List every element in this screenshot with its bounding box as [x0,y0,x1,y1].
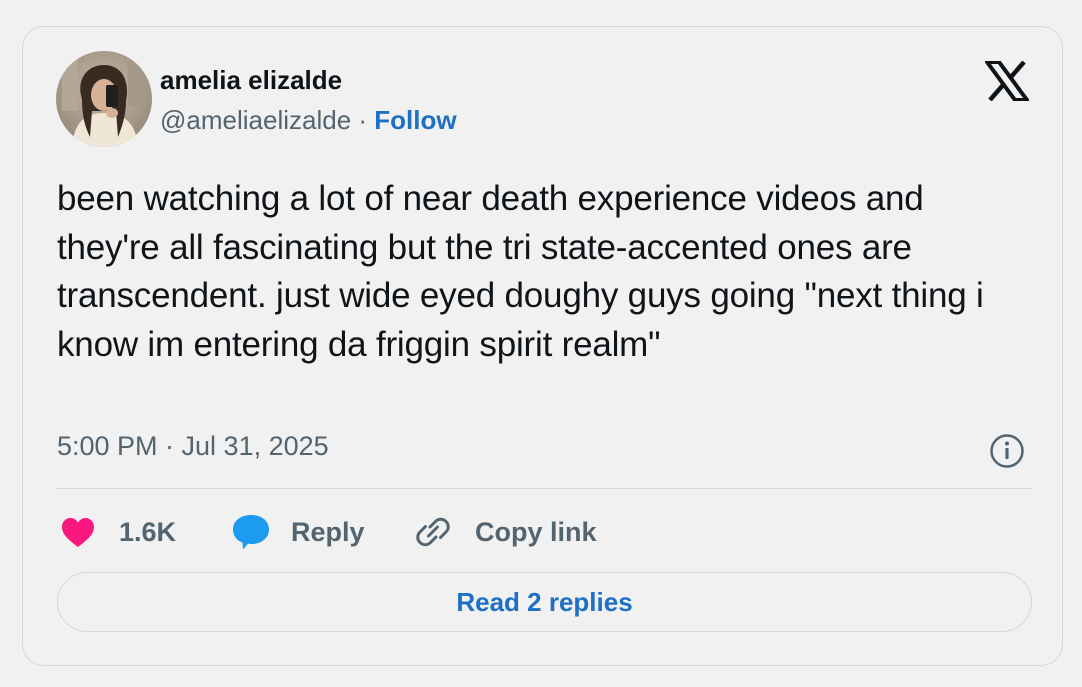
copy-link-label: Copy link [475,516,597,547]
link-icon [413,513,453,551]
info-icon[interactable] [989,433,1025,469]
tweet-card: amelia elizalde @ameliaelizalde · Follow… [22,26,1063,666]
avatar[interactable] [56,51,152,147]
read-replies-button[interactable]: Read 2 replies [57,572,1032,632]
like-count: 1.6K [119,516,177,547]
author-meta: @ameliaelizalde · Follow [160,105,457,136]
heart-icon [61,517,95,548]
tweet-text: been watching a lot of near death experi… [57,179,984,364]
like-button[interactable]: 1.6K [61,511,176,553]
separator-dot: · [358,105,368,135]
copy-link-button[interactable]: Copy link [413,511,597,553]
reply-label: Reply [291,516,365,547]
divider [57,488,1032,489]
speech-bubble-icon [231,513,271,551]
author-name[interactable]: amelia elizalde [160,65,342,96]
x-logo-icon[interactable] [983,60,1031,102]
follow-button[interactable]: Follow [374,105,456,135]
reply-button[interactable]: Reply [231,511,365,553]
author-handle[interactable]: @ameliaelizalde [160,105,351,135]
timestamp[interactable]: 5:00 PM · Jul 31, 2025 [57,431,329,462]
